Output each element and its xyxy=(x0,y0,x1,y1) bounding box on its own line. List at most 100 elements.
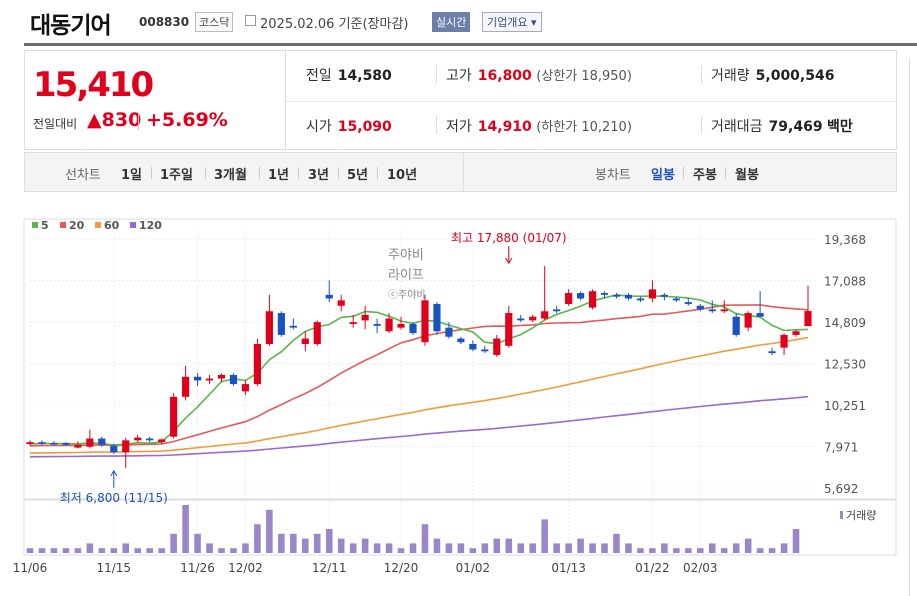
candle-body xyxy=(361,314,369,321)
volume-bar xyxy=(385,543,393,553)
candle-body xyxy=(289,325,297,328)
candle-body xyxy=(373,323,381,326)
change-amount: 830 xyxy=(101,109,142,131)
y-tick-label: 7,971 xyxy=(824,441,858,455)
legend-label: 20 xyxy=(69,219,85,232)
candle-body xyxy=(122,440,130,453)
volume-bar xyxy=(421,524,429,553)
volume-bar xyxy=(756,548,764,553)
volume-bar xyxy=(529,543,536,553)
volume-bar xyxy=(433,538,441,553)
x-tick-label: 12/11 xyxy=(312,561,347,575)
current-price: 15,410 xyxy=(33,65,154,105)
x-tick-label: 12/20 xyxy=(384,561,419,575)
watermark-line: 라이프 xyxy=(388,268,424,283)
company-info-dropdown[interactable]: 기업개요 ▾ xyxy=(482,12,542,32)
candle-body xyxy=(529,316,537,321)
candle-body xyxy=(457,338,465,343)
tab-1day[interactable]: 1일 xyxy=(121,164,142,183)
price-pane-frame xyxy=(23,218,897,500)
volume-bar xyxy=(86,543,94,553)
volume-bar xyxy=(685,548,692,553)
prev-close: 전일 14,580 xyxy=(306,65,392,85)
volume-label: 거래량 xyxy=(846,509,876,522)
volume-bar xyxy=(637,548,644,553)
x-tick-label: 02/03 xyxy=(683,561,718,575)
x-tick-label: 11/06 xyxy=(13,561,48,575)
volume-bar xyxy=(661,543,668,553)
candle-body xyxy=(588,291,597,308)
volume-bar xyxy=(74,548,82,553)
candle-body xyxy=(146,438,154,441)
volume-bar xyxy=(409,543,417,553)
company-info-label: 기업개요 xyxy=(487,16,528,29)
volume-bar xyxy=(553,543,560,553)
volume-bar xyxy=(577,538,584,553)
candle-body xyxy=(541,311,549,319)
amount-label: 거래대금 xyxy=(711,119,763,135)
candle-chart-label: 봉차트 xyxy=(595,168,631,183)
tab-1year[interactable]: 1년 xyxy=(268,164,289,183)
x-tick-label: 11/26 xyxy=(180,561,215,575)
prev-close-label: 전일 xyxy=(306,68,332,84)
tab-3year[interactable]: 3년 xyxy=(308,164,329,183)
candle-body xyxy=(86,438,94,447)
candle-body xyxy=(612,294,621,297)
divider xyxy=(725,167,726,179)
candle-body xyxy=(409,323,417,334)
volume-bar xyxy=(541,519,548,553)
volume-bar xyxy=(218,548,225,553)
candle-body xyxy=(780,334,788,348)
candle-body xyxy=(553,309,561,312)
volume-bar xyxy=(649,548,656,553)
candle-body xyxy=(636,298,645,301)
volume-bar xyxy=(589,543,596,553)
candle-body xyxy=(600,293,609,295)
candle-body xyxy=(110,445,118,453)
scrollbar[interactable] xyxy=(909,58,917,596)
volume-bar xyxy=(708,543,716,553)
tab-3month[interactable]: 3개월 xyxy=(214,164,247,183)
volume-bar xyxy=(62,548,70,553)
candle-body xyxy=(337,300,345,306)
ma60-line xyxy=(29,336,809,454)
volume-bar xyxy=(254,524,261,553)
tab-monthly[interactable]: 월봉 xyxy=(735,164,759,183)
volume-bar xyxy=(302,538,309,553)
volume-bar xyxy=(266,509,273,553)
legend-label: 60 xyxy=(104,219,120,232)
realtime-button[interactable]: 실시간 xyxy=(432,12,471,32)
candle-body xyxy=(672,298,680,301)
tab-5year[interactable]: 5년 xyxy=(347,164,368,183)
candle-body xyxy=(241,384,250,392)
candle-body xyxy=(62,443,70,445)
tab-daily[interactable]: 일봉 xyxy=(651,164,675,183)
candle-body xyxy=(648,289,656,299)
candle-body xyxy=(349,322,357,324)
tab-10year[interactable]: 10년 xyxy=(387,164,417,183)
candle-body xyxy=(158,439,166,443)
volume-bar xyxy=(720,548,728,553)
volume: 거래량 5,000,546 xyxy=(711,65,834,85)
tab-weekly[interactable]: 주봉 xyxy=(693,164,717,183)
volume-bar xyxy=(445,543,453,553)
candle-body xyxy=(804,311,812,327)
high-value: 16,800 xyxy=(477,68,532,84)
candle-body xyxy=(624,294,633,299)
divider xyxy=(701,65,702,83)
candle-body xyxy=(325,294,333,299)
volume-bar xyxy=(481,543,489,553)
candle-body xyxy=(433,303,441,332)
low-annotation: 최저 6,800 (11/15) xyxy=(60,491,168,505)
day-high: 고가 16,800 (상한가 18,950) xyxy=(446,65,632,85)
volume-bar xyxy=(146,548,153,553)
volume-bar xyxy=(110,548,118,553)
tab-1week[interactable]: 1주일 xyxy=(160,164,193,183)
volume-bar xyxy=(744,538,752,553)
y-tick-label: 10,251 xyxy=(824,399,866,413)
legend-swatch xyxy=(130,222,136,228)
divider xyxy=(701,116,702,134)
low-label: 저가 xyxy=(446,119,472,135)
legend-label: 120 xyxy=(139,219,162,232)
candle-body xyxy=(421,300,429,343)
